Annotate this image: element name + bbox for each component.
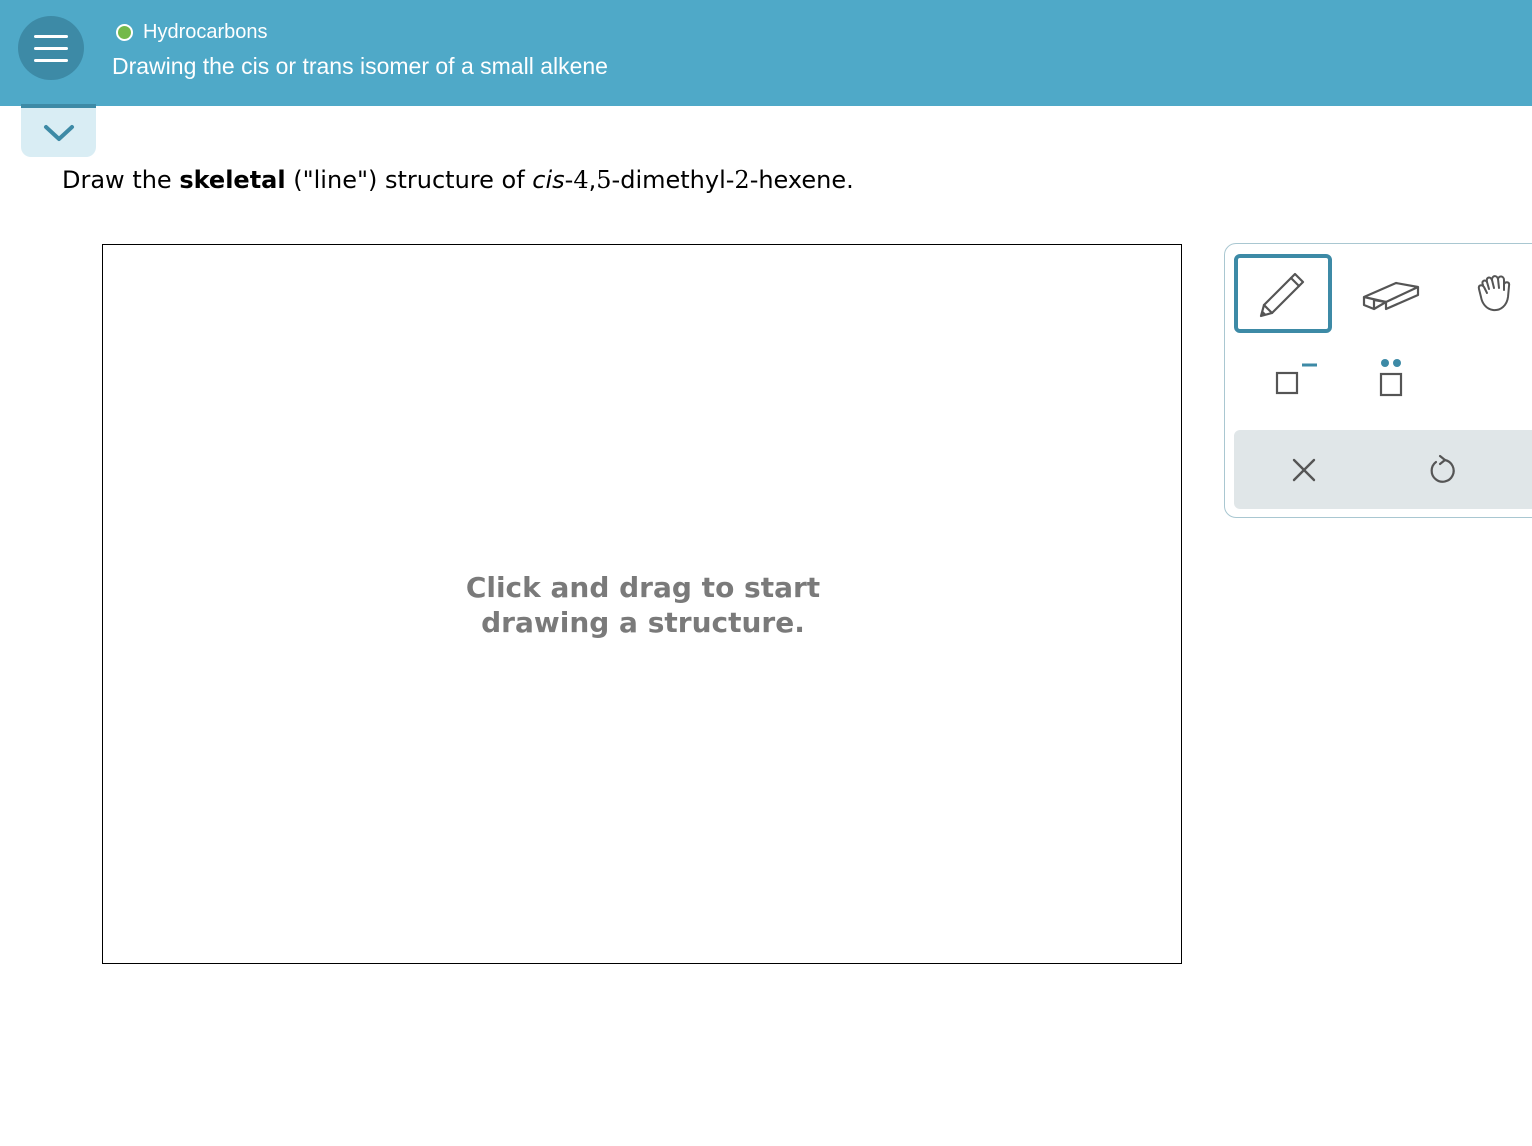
pencil-icon bbox=[1259, 272, 1305, 317]
clear-icon bbox=[1292, 458, 1316, 481]
action-bar bbox=[1234, 430, 1532, 509]
negative-charge-tool-button[interactable] bbox=[1245, 348, 1343, 410]
undo-icon bbox=[1430, 454, 1455, 483]
question-text-part: Draw the bbox=[62, 166, 180, 194]
question-text-part: -dimethyl- bbox=[611, 166, 735, 194]
lesson-title: Drawing the cis or trans isomer of a sma… bbox=[112, 53, 608, 79]
undo-button[interactable] bbox=[1402, 438, 1482, 501]
lone-pair-icon bbox=[1379, 359, 1403, 397]
chevron-down-icon bbox=[43, 124, 74, 141]
question-text: Draw the skeletal ("line") structure of … bbox=[62, 166, 854, 194]
negative-charge-icon bbox=[1275, 363, 1317, 395]
drawing-toolbar bbox=[1224, 243, 1532, 518]
hand-tool-button[interactable] bbox=[1453, 258, 1532, 328]
eraser-tool-button[interactable] bbox=[1347, 258, 1435, 328]
question-text-part: -hexene. bbox=[749, 166, 854, 194]
question-locant: 5 bbox=[596, 166, 612, 194]
header-bar: Hydrocarbons Drawing the cis or trans is… bbox=[0, 0, 1532, 106]
question-italic-prefix: cis bbox=[532, 166, 565, 194]
pencil-tool-button[interactable] bbox=[1234, 254, 1332, 333]
menu-line bbox=[34, 34, 68, 38]
canvas-placeholder: Click and drag to start drawing a struct… bbox=[465, 571, 821, 639]
drawing-canvas[interactable]: Click and drag to start drawing a struct… bbox=[102, 244, 1182, 964]
menu-line bbox=[34, 58, 68, 62]
question-bold-term: skeletal bbox=[179, 166, 286, 194]
question-locant: 4 bbox=[573, 166, 589, 194]
topic-label: Hydrocarbons bbox=[143, 21, 268, 43]
menu-button[interactable] bbox=[18, 16, 84, 80]
topic-row: Hydrocarbons bbox=[116, 21, 268, 44]
hand-icon bbox=[1477, 275, 1511, 312]
question-locant: 2 bbox=[734, 166, 750, 194]
status-dot-icon bbox=[116, 24, 133, 41]
question-text-part: ("line") structure of bbox=[285, 166, 533, 194]
eraser-icon bbox=[1362, 281, 1420, 311]
collapse-toggle-button[interactable] bbox=[21, 104, 96, 157]
clear-button[interactable] bbox=[1264, 438, 1344, 501]
lone-pair-tool-button[interactable] bbox=[1347, 348, 1435, 410]
menu-line bbox=[34, 46, 68, 50]
